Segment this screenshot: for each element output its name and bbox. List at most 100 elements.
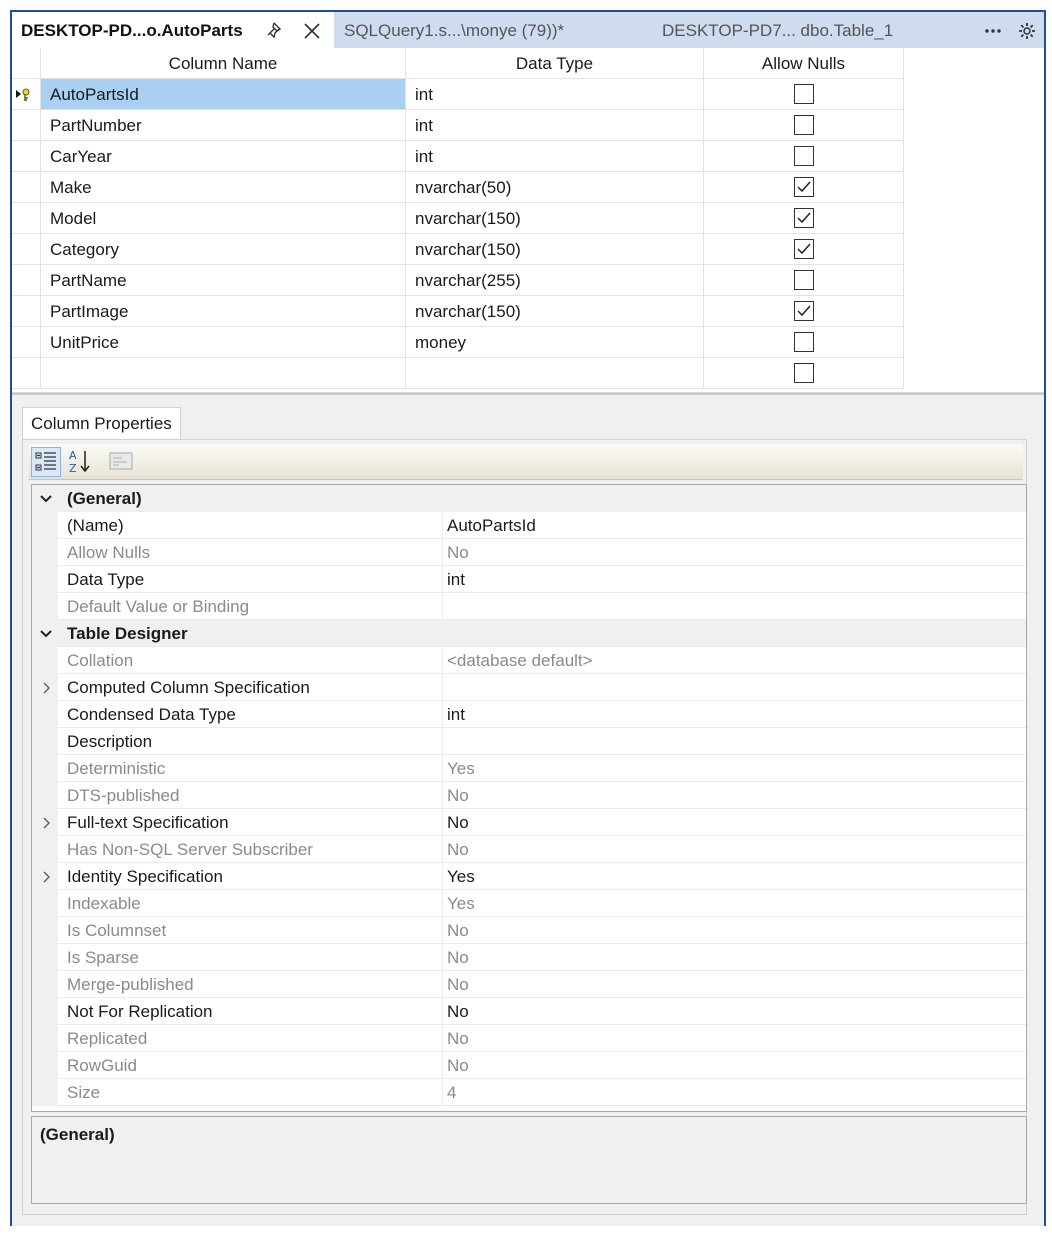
tab-table-1[interactable]: DESKTOP-PD7... dbo.Table_1 [662,12,893,50]
property-row[interactable]: (Name) AutoPartsId [32,512,1026,539]
property-row[interactable]: Indexable Yes [32,890,1026,917]
allow-nulls-checkbox[interactable] [794,84,814,104]
property-row[interactable]: Condensed Data Type int [32,701,1026,728]
grid-row[interactable]: Make nvarchar(50) [12,172,904,203]
column-name-cell[interactable]: Make [41,172,406,203]
grid-row[interactable]: UnitPrice money [12,327,904,358]
tab-column-properties[interactable]: Column Properties [22,407,181,439]
column-name-cell[interactable]: AutoPartsId [41,79,406,110]
column-name-cell[interactable]: PartName [41,265,406,296]
property-row[interactable]: Allow Nulls No [32,539,1026,566]
property-row[interactable]: DTS-published No [32,782,1026,809]
property-row[interactable]: Default Value or Binding [32,593,1026,620]
property-value[interactable]: int [442,566,1026,593]
allow-nulls-checkbox[interactable] [794,332,814,352]
row-selector[interactable] [12,203,41,234]
tab-autoparts[interactable]: DESKTOP-PD...o.AutoParts [12,12,334,50]
tab-sqlquery1[interactable]: SQLQuery1.s...\monye (79))* [344,12,564,50]
sort-az-icon[interactable]: AZ [65,447,95,477]
allow-nulls-checkbox[interactable] [794,363,814,383]
column-name-cell[interactable]: PartImage [41,296,406,327]
grid-row[interactable]: Model nvarchar(150) [12,203,904,234]
data-type-cell[interactable]: int [406,110,704,141]
allow-nulls-checkbox[interactable] [794,239,814,259]
property-row[interactable]: Has Non-SQL Server Subscriber No [32,836,1026,863]
property-value[interactable]: AutoPartsId [442,512,1026,539]
property-value[interactable] [442,674,1026,701]
property-row[interactable]: Not For Replication No [32,998,1026,1025]
property-row[interactable]: Computed Column Specification [32,674,1026,701]
data-type-cell[interactable] [406,358,704,389]
row-selector[interactable] [12,79,41,110]
chevron-down-icon[interactable] [38,626,54,642]
grid-row[interactable]: Category nvarchar(150) [12,234,904,265]
allow-nulls-checkbox[interactable] [794,115,814,135]
data-type-cell[interactable]: nvarchar(50) [406,172,704,203]
property-row[interactable]: Deterministic Yes [32,755,1026,782]
property-value[interactable]: No [442,809,1026,836]
property-row[interactable]: Merge-published No [32,971,1026,998]
column-name-header[interactable]: Column Name [41,48,406,79]
column-name-cell[interactable]: PartNumber [41,110,406,141]
data-type-cell[interactable]: nvarchar(150) [406,296,704,327]
column-name-cell[interactable]: CarYear [41,141,406,172]
property-value[interactable]: int [442,701,1026,728]
row-selector[interactable] [12,110,41,141]
allow-nulls-checkbox[interactable] [794,208,814,228]
property-pages-icon[interactable] [107,447,137,477]
property-category[interactable]: Table Designer [32,620,1026,647]
property-row[interactable]: RowGuid No [32,1052,1026,1079]
property-row[interactable]: Size 4 [32,1079,1026,1106]
grid-row[interactable]: CarYear int [12,141,904,172]
property-row[interactable]: Data Type int [32,566,1026,593]
allow-nulls-header[interactable]: Allow Nulls [704,48,904,79]
allow-nulls-checkbox[interactable] [794,177,814,197]
allow-nulls-checkbox[interactable] [794,301,814,321]
chevron-down-icon[interactable] [38,491,54,507]
pin-icon[interactable] [266,21,286,41]
gear-icon[interactable] [1017,21,1039,41]
property-category[interactable]: (General) [32,485,1026,512]
column-name-cell[interactable]: Category [41,234,406,265]
row-selector[interactable] [12,296,41,327]
property-row[interactable]: Is Columnset No [32,917,1026,944]
row-selector[interactable] [12,265,41,296]
data-type-cell[interactable]: int [406,141,704,172]
property-value[interactable]: No [442,998,1026,1025]
row-selector[interactable] [12,358,41,389]
row-selector[interactable] [12,172,41,203]
property-row[interactable]: Collation <database default> [32,647,1026,674]
allow-nulls-checkbox[interactable] [794,270,814,290]
grid-row[interactable]: AutoPartsId int [12,79,904,110]
more-icon[interactable] [982,21,1004,41]
property-row[interactable]: Is Sparse No [32,944,1026,971]
chevron-right-icon[interactable] [38,815,54,831]
data-type-header[interactable]: Data Type [406,48,704,79]
allow-nulls-checkbox[interactable] [794,146,814,166]
grid-row[interactable]: PartName nvarchar(255) [12,265,904,296]
data-type-cell[interactable]: nvarchar(150) [406,203,704,234]
data-type-cell[interactable]: nvarchar(150) [406,234,704,265]
categorized-icon[interactable] [31,447,61,477]
row-selector[interactable] [12,141,41,172]
grid-row[interactable]: PartImage nvarchar(150) [12,296,904,327]
column-name-cell[interactable] [41,358,406,389]
property-row[interactable]: Full-text Specification No [32,809,1026,836]
data-type-cell[interactable]: money [406,327,704,358]
data-type-cell[interactable]: int [406,79,704,110]
chevron-right-icon[interactable] [38,680,54,696]
property-value[interactable]: Yes [442,863,1026,890]
column-name-cell[interactable]: Model [41,203,406,234]
row-selector[interactable] [12,234,41,265]
data-type-cell[interactable]: nvarchar(255) [406,265,704,296]
property-row[interactable]: Replicated No [32,1025,1026,1052]
column-name-cell[interactable]: UnitPrice [41,327,406,358]
property-row[interactable]: Description [32,728,1026,755]
close-icon[interactable] [302,21,322,41]
property-row[interactable]: Identity Specification Yes [32,863,1026,890]
property-value[interactable] [442,728,1026,755]
row-selector[interactable] [12,327,41,358]
grid-row[interactable] [12,358,904,389]
grid-row[interactable]: PartNumber int [12,110,904,141]
chevron-right-icon[interactable] [38,869,54,885]
